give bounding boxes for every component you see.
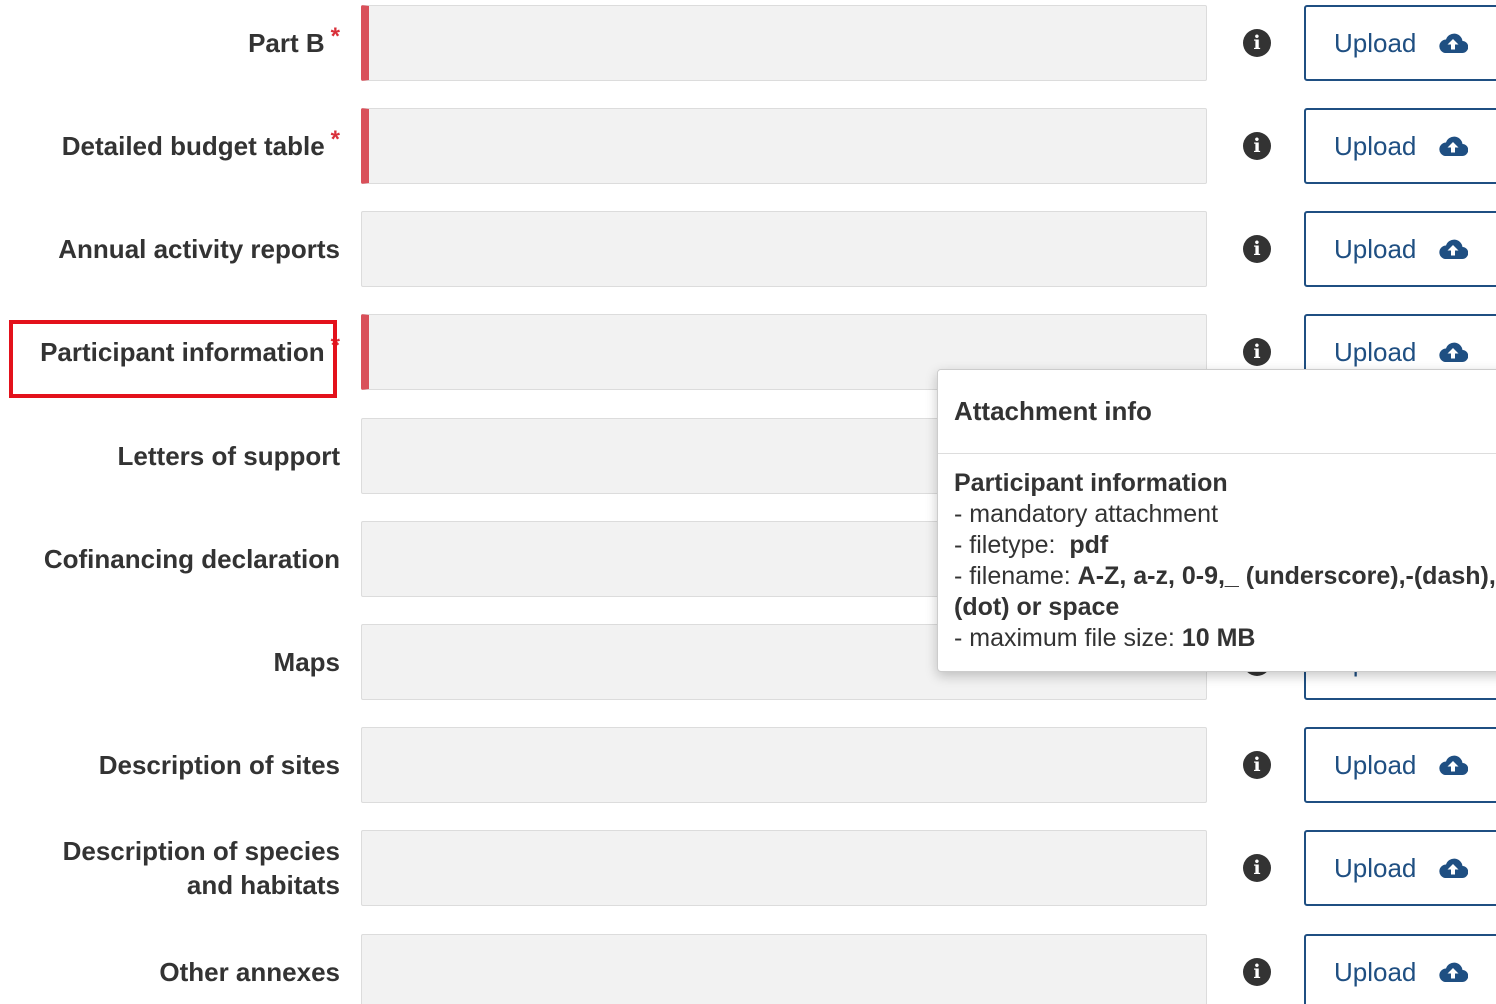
upload-button-label: Upload [1334, 233, 1417, 264]
upload-button[interactable]: Upload [1304, 830, 1496, 906]
filename-prefix: - filename: [954, 562, 1071, 590]
popover-line-filename: - filename: A-Z, a-z, 0-9,_ (underscore)… [954, 561, 1496, 592]
upload-button-label: Upload [1334, 27, 1417, 58]
attachment-label: Other annexes [0, 934, 340, 1004]
cloud-upload-icon [1439, 962, 1469, 983]
attachment-label: Part B * [0, 5, 340, 81]
info-circle-icon[interactable]: i [1243, 958, 1271, 986]
upload-button-label: Upload [1334, 749, 1417, 780]
upload-button[interactable]: Upload [1304, 108, 1496, 184]
attachment-label-text: Other annexes [159, 957, 340, 987]
popover-body: Participant information - mandatory atta… [938, 454, 1496, 654]
attachment-row-description-of-species-and-habitats: Description of species and habitats i Up… [0, 830, 1496, 906]
upload-button[interactable]: Upload [1304, 934, 1496, 1004]
maxsize-prefix: - maximum file size: [954, 624, 1175, 652]
attachment-row-part-b: Part B * i Upload [0, 5, 1496, 81]
info-circle-icon[interactable]: i [1243, 854, 1271, 882]
required-marker: * [330, 332, 340, 359]
filename-value: A-Z, a-z, 0-9,_ (underscore),-(dash), . [1077, 562, 1496, 590]
attachment-label-text: Participant information [40, 337, 325, 367]
file-name-field[interactable] [361, 211, 1207, 287]
attachment-label: Detailed budget table * [0, 108, 340, 184]
filetype-value: pdf [1069, 531, 1109, 559]
upload-button[interactable]: Upload [1304, 211, 1496, 287]
cloud-upload-icon [1439, 33, 1469, 54]
cloud-upload-icon [1439, 858, 1469, 879]
popover-title: Attachment info [938, 370, 1496, 454]
attachment-row-description-of-sites: Description of sites i Upload [0, 727, 1496, 803]
attachment-label-text: Letters of support [117, 441, 340, 471]
info-circle-icon[interactable]: i [1243, 338, 1271, 366]
info-circle-icon[interactable]: i [1243, 751, 1271, 779]
maxsize-value: 10 MB [1181, 624, 1256, 652]
upload-button-label: Upload [1334, 130, 1417, 161]
info-circle-icon[interactable]: i [1243, 132, 1271, 160]
attachment-label-text: Detailed budget table [61, 131, 325, 161]
attachment-label: Description of sites [0, 727, 340, 803]
popover-line-filename-cont: (dot) or space [954, 593, 1120, 621]
popover-line-filetype: - filetype: pdf [954, 530, 1496, 561]
popover-line-maxsize: - maximum file size: 10 MB [954, 623, 1496, 654]
attachment-label: Description of species and habitats [0, 830, 340, 906]
upload-button-label: Upload [1334, 336, 1417, 367]
info-circle-icon[interactable]: i [1243, 29, 1271, 57]
file-name-field[interactable] [361, 727, 1207, 803]
cloud-upload-icon [1439, 239, 1469, 260]
attachment-label-text: Cofinancing declaration [43, 544, 340, 574]
required-marker: * [330, 23, 340, 50]
cloud-upload-icon [1439, 136, 1469, 157]
attachment-info-popover: Attachment info Participant information … [937, 369, 1496, 672]
file-name-field[interactable] [361, 934, 1207, 1004]
attachment-label-text: Maps [273, 647, 340, 677]
upload-button-label: Upload [1334, 956, 1417, 987]
cloud-upload-icon [1439, 342, 1469, 363]
attachment-row-other-annexes: Other annexes i Upload [0, 934, 1496, 1004]
info-circle-icon[interactable]: i [1243, 235, 1271, 263]
attachment-label: Participant information * [0, 314, 340, 390]
attachment-label: Letters of support [0, 418, 340, 494]
upload-button[interactable]: Upload [1304, 727, 1496, 803]
filetype-prefix: - filetype: [954, 531, 1056, 559]
attachment-label-text: Annual activity reports [58, 234, 340, 264]
attachment-label: Maps [0, 624, 340, 700]
file-name-field[interactable] [361, 108, 1207, 184]
file-name-field[interactable] [361, 5, 1207, 81]
popover-heading: Participant information [954, 469, 1228, 497]
attachment-label-text: Description of sites [98, 750, 340, 780]
upload-button[interactable]: Upload [1304, 5, 1496, 81]
cloud-upload-icon [1439, 755, 1469, 776]
file-name-field[interactable] [361, 830, 1207, 906]
attachment-row-detailed-budget-table: Detailed budget table * i Upload [0, 108, 1496, 184]
attachment-row-annual-activity-reports: Annual activity reports i Upload [0, 211, 1496, 287]
attachment-label: Cofinancing declaration [0, 521, 340, 597]
attachment-label: Annual activity reports [0, 211, 340, 287]
attachment-label-text: Description of species and habitats [62, 836, 340, 900]
attachments-form: Part B * i Upload Detailed budget table * … [0, 0, 1496, 1004]
upload-button-label: Upload [1334, 852, 1417, 883]
popover-line-mandatory: - mandatory attachment [954, 500, 1219, 528]
required-marker: * [330, 126, 340, 153]
attachment-label-text: Part B [248, 28, 325, 58]
